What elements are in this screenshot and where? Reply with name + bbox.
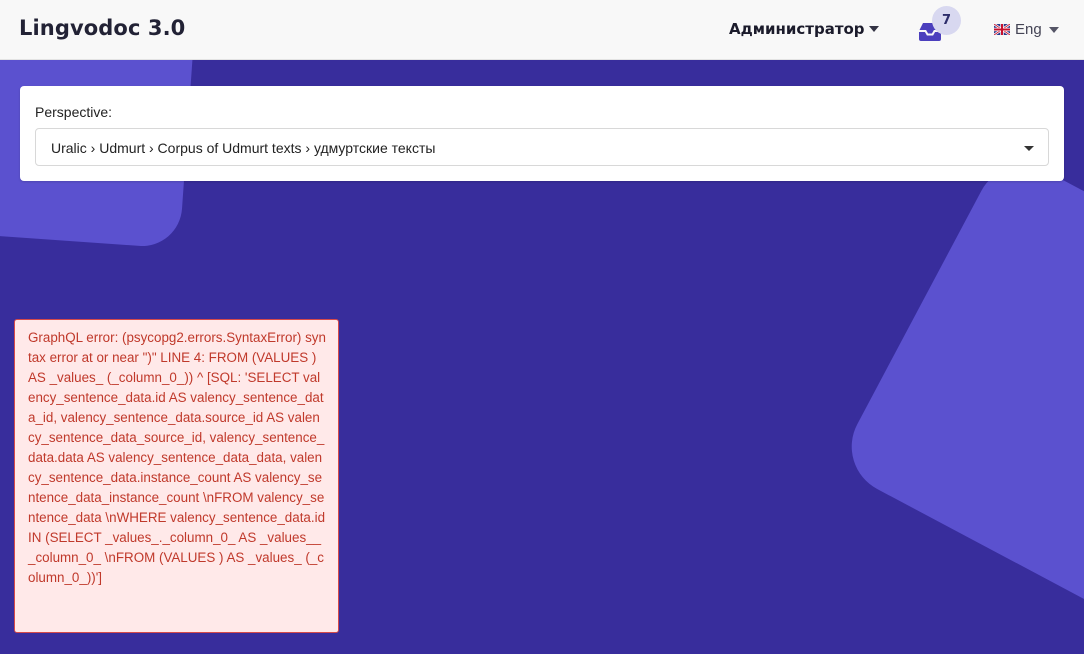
chevron-down-icon — [1024, 146, 1034, 151]
caret-down-icon — [1048, 26, 1059, 33]
error-message-text: GraphQL error: (psycopg2.errors.SyntaxEr… — [28, 330, 326, 585]
background-decoration-right — [834, 148, 1084, 622]
top-navigation-bar: Lingvodoc 3.0 Администратор 7 Eng — [0, 0, 1084, 60]
language-selector[interactable]: Eng — [994, 21, 1059, 38]
caret-down-icon — [868, 26, 879, 32]
app-brand[interactable]: Lingvodoc 3.0 — [19, 16, 185, 40]
uk-flag-icon — [994, 24, 1010, 35]
user-menu-label: Администратор — [729, 20, 865, 38]
perspective-selected-value: Uralic › Udmurt › Corpus of Udmurt texts… — [51, 140, 436, 156]
notifications-count-badge[interactable]: 7 — [932, 6, 961, 35]
language-label: Eng — [1015, 21, 1042, 38]
user-menu-dropdown[interactable]: Администратор — [729, 20, 879, 38]
perspective-dropdown[interactable]: Uralic › Udmurt › Corpus of Udmurt texts… — [35, 128, 1049, 166]
error-message-box: GraphQL error: (psycopg2.errors.SyntaxEr… — [14, 319, 339, 633]
perspective-panel: Perspective: Uralic › Udmurt › Corpus of… — [20, 86, 1064, 181]
perspective-label: Perspective: — [35, 104, 113, 120]
